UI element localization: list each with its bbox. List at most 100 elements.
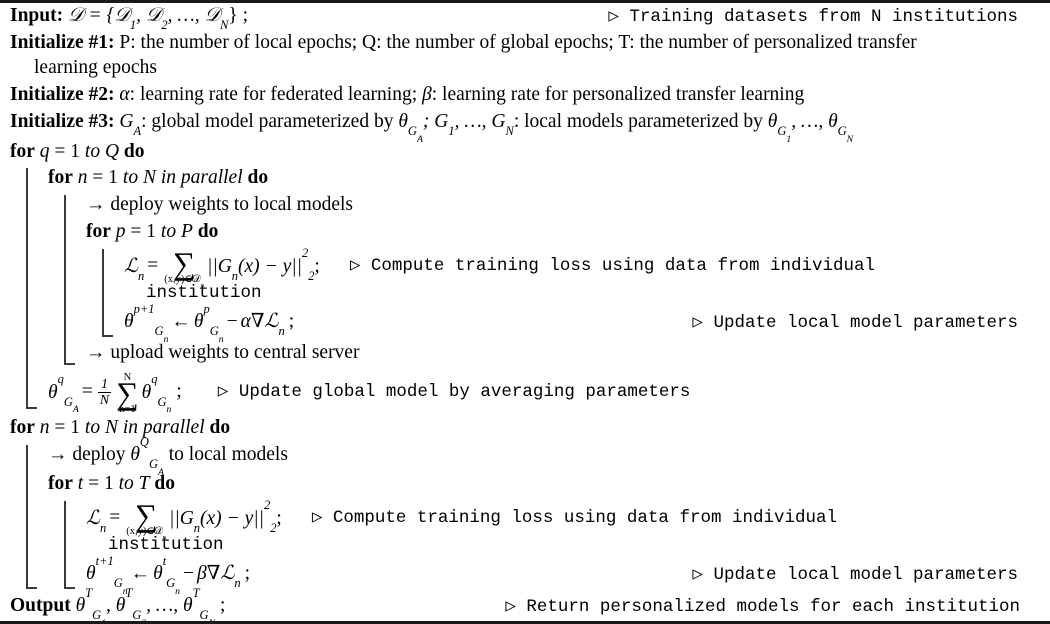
algorithm-block: Input: 𝒟 = {𝒟1, 𝒟2, …, 𝒟N} ; ▷ Training … [0,0,1050,624]
fraction-numerator: 1 [100,375,108,392]
theta-symbol-rhs: θ [193,311,204,332]
global-theta-rhs-subscript: Gn [157,395,171,415]
output-theta-1-sup: T [85,586,93,601]
loop-n1-header: for n = 1 to N in parallel do [48,168,1044,195]
theta-subscript: Gn [154,324,168,344]
deploy-local-text: deploy weights to local models [110,194,354,215]
local-update-t-semicolon: ; [244,563,251,584]
input-sub-3: N [220,18,229,33]
global-theta-sub-a: A [72,404,79,416]
deploy-global-text: deploy [72,444,131,465]
deploy-global-theta: θQ GA [130,436,164,477]
loss-symbol-2-sub: n [100,520,107,535]
init3-th1-sub: G1 [777,124,791,144]
output-theta-3-sup: T [192,586,200,601]
loop-n1-variable: n [77,167,88,188]
loop-q-body: for n = 1 to N in parallel do → deploy w… [26,168,1044,415]
deploy-local-statement: → deploy weights to local models [86,195,353,215]
input-label: Input: [10,5,64,26]
loss-comment: ▷ Compute training loss using data from … [349,256,875,277]
initialize-2-line: Initialize #2: α: learning rate for fede… [10,85,1044,112]
upload-line: → upload weights to central server [86,343,1044,371]
output-theta-1: θ [75,595,86,616]
global-theta-rhs-superscript: q [151,372,158,387]
loss-2-comment: ▷ Compute training loss using data from … [311,508,837,529]
loop-t-statement: for t = 1 to T do [48,474,175,494]
theta-t-symbol-rhs: θ [153,563,163,584]
local-update-p-line: θp+1Gn← θpGn− α∇ℒn; ▷ Update local model p… [124,303,1044,344]
loss-equals: = [147,255,159,277]
loop-q-header: for q = 1 to Q do [10,142,1044,168]
global-theta-superscript: q [57,372,64,387]
global-equals: = [81,381,93,403]
right-arrow-icon: → [86,194,106,215]
local-update-t-line: θt+1Gn← θtGn− β∇ℒn; ▷ Update local model p… [86,555,1044,596]
loop-q-bound: Q [104,141,120,162]
summation-operator: ∑ (x,y)∈𝒟n [164,247,204,289]
deploy-local-line: → deploy weights to local models [86,195,1044,222]
theta-rhs-superscript: p [203,302,210,317]
loop-t-bound: T [138,473,150,494]
init3-theta: θ [398,111,408,132]
loop-n2-to-keyword: to [84,417,101,438]
loss-2-semicolon: ; [276,507,282,529]
loop-n1-do-keyword: do [247,167,269,188]
output-theta-2-sup: T [125,586,133,601]
deploy-global-text-end: to local models [163,444,288,465]
loss-2-comment-continuation-line: institution [86,535,1044,564]
theta-g1: θG1 [768,111,791,144]
loop-n2-parallel-keyword: in parallel [122,417,205,438]
loss-2-comment-continuation: institution [108,535,224,555]
deploy-theta-symbol: θ [130,444,140,465]
loss-symbol-2: ℒ [86,507,101,529]
assign-arrow-icon: ← [130,563,151,584]
initialize-1-line: Initialize #1: P: the number of local ep… [10,33,1044,58]
theta-symbol: θ [124,311,134,332]
loop-q-variable: q [39,141,50,162]
theta-t-rhs-sub-g: G [166,576,176,591]
minus-operator: − [226,311,238,332]
upload-statement: → upload weights to central server [86,343,359,363]
loop-p-to-keyword: to [160,221,177,242]
input-mid-1: , 𝒟 [136,5,162,26]
loop-p-for-keyword: for [86,221,111,242]
norm-argument: (x) − y|| [238,255,302,277]
initialize-2-mid: : learning rate for federated learning; [129,84,423,105]
loop-p-do-keyword: do [197,221,219,242]
norm-power-2: 2 [263,498,271,513]
loop-n1-body: → deploy weights to local models for p =… [64,195,1044,371]
loop-n1-parallel-keyword: in parallel [160,167,243,188]
loop-n1-for-keyword: for [48,167,73,188]
output-comment: ▷ Return personalized models for each in… [505,597,1020,617]
loop-t-body: ℒn = ∑ (x,y)∈𝒟n ||Gn(x) − y||22; ▷ Compute t… [64,499,1044,596]
theta-symbol-t: θ [86,563,96,584]
init3-th2-sub-g: G [837,124,847,139]
loss-equation-2: ℒn = ∑ (x,y)∈𝒟n ||Gn(x) − y||22; [86,499,282,541]
loop-n1-statement: for n = 1 to N in parallel do [48,168,268,188]
fraction-one-over-n: 1N [97,375,112,407]
input-sub-1: 1 [129,18,137,33]
global-average-line: θqGA= 1 N N ∑ n=1 θqGn; ▷ Update global model … [48,371,1044,415]
norm-argument-2: (x) − y|| [200,507,264,529]
local-update-p-equation: θp+1Gn← θpGn− α∇ℒn; [124,303,295,344]
initialize-3-statement: Initialize #3: GA: global model paramete… [10,111,853,144]
input-statement: Input: 𝒟 = {𝒟1, 𝒟2, …, 𝒟N} ; [10,5,248,32]
theta-gn: , …, θGN [791,111,853,144]
loop-q-to-keyword: to [84,141,101,162]
loop-n1-to-keyword: to [122,167,139,188]
theta-t-sub-g: G [113,576,123,591]
local-update-p-semicolon: ; [288,311,295,332]
loop-n2-variable: n [39,417,50,438]
deploy-global-statement: → deploy θQ GA to local models [48,436,288,477]
output-mid-1: , θ [105,595,126,616]
loss-equation-line: ℒn = ∑ (x,y)∈𝒟n ||Gn(x) − y||22; ▷ Compute t… [124,247,1044,289]
minus-operator-t: − [183,563,195,584]
initialize-2-statement: Initialize #2: α: learning rate for fede… [10,85,804,105]
initialize-2-label: Initialize #2: [10,84,115,105]
loop-p-bound: P [180,221,193,242]
global-model-symbol: GA [119,111,141,138]
loop-p-header: for p = 1 to P do [86,222,1044,249]
init3-g-sub: A [133,124,142,139]
theta-t-rhs-superscript: t [162,554,167,569]
input-mid-2: , …, 𝒟 [167,5,221,26]
